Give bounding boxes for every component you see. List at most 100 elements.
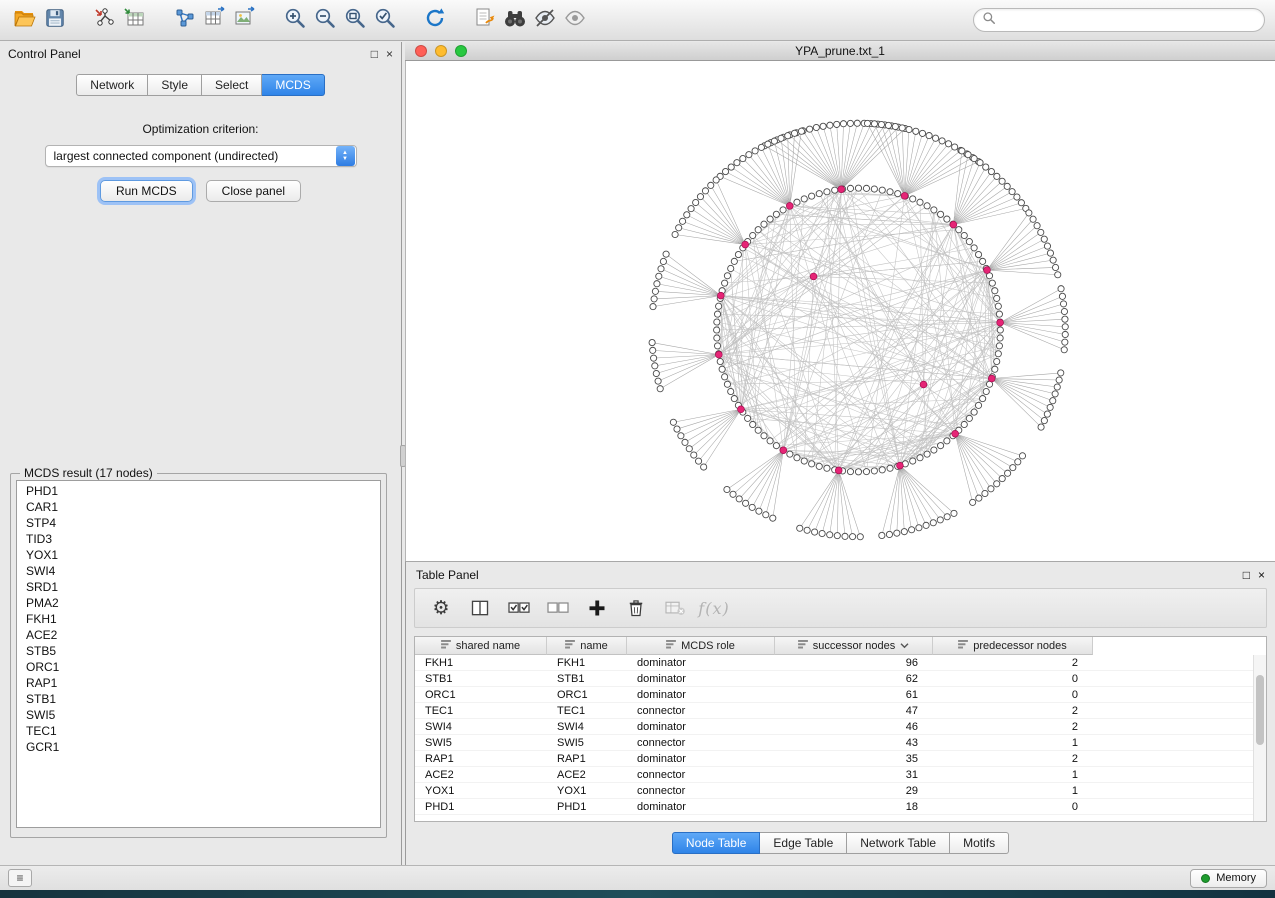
- task-history-button[interactable]: ≡: [8, 869, 32, 887]
- table-row[interactable]: ACE2ACE2connector311: [415, 767, 1266, 783]
- table-row[interactable]: SWI4SWI4dominator462: [415, 719, 1266, 735]
- search-input[interactable]: [1000, 13, 1256, 27]
- memory-label: Memory: [1216, 872, 1256, 884]
- mcds-result-item[interactable]: SWI5: [17, 707, 380, 723]
- mcds-result-item[interactable]: CAR1: [17, 499, 380, 515]
- apply-layout-button[interactable]: [420, 5, 450, 35]
- import-table-file-button[interactable]: [120, 5, 150, 35]
- control-panel-title: Control Panel: [8, 47, 81, 61]
- table-cell: 0: [933, 689, 1093, 701]
- export-table-button[interactable]: [200, 5, 230, 35]
- zoom-fit-button[interactable]: [340, 5, 370, 35]
- search-network-button[interactable]: [500, 5, 530, 35]
- mcds-result-list[interactable]: PHD1CAR1STP4TID3YOX1SWI4SRD1PMA2FKH1ACE2…: [16, 480, 381, 828]
- show-graphics-details-button[interactable]: [560, 5, 590, 35]
- scrollbar-thumb[interactable]: [1256, 675, 1264, 745]
- table-row[interactable]: SWI5SWI5connector431: [415, 735, 1266, 751]
- tab-select[interactable]: Select: [202, 74, 262, 96]
- deselect-all-columns-icon[interactable]: [546, 596, 570, 620]
- run-mcds-button[interactable]: Run MCDS: [100, 180, 193, 202]
- hide-graphics-details-button[interactable]: [530, 5, 560, 35]
- memory-button[interactable]: Memory: [1190, 869, 1267, 888]
- mcds-result-item[interactable]: STB1: [17, 691, 380, 707]
- copy-style-button[interactable]: [470, 5, 500, 35]
- tab-style[interactable]: Style: [148, 74, 202, 96]
- column-header-mcds-role[interactable]: MCDS role: [627, 637, 775, 655]
- table-cell: YOX1: [547, 785, 627, 797]
- table-panel: Table Panel □ × ⚙ f(x) shared name: [405, 561, 1275, 866]
- table-cell: 62: [775, 673, 933, 685]
- table-row[interactable]: PHD1PHD1dominator180: [415, 799, 1266, 815]
- mcds-result-item[interactable]: ORC1: [17, 659, 380, 675]
- mcds-result-item[interactable]: SWI4: [17, 563, 380, 579]
- column-header-predecessor-nodes[interactable]: predecessor nodes: [933, 637, 1093, 655]
- mcds-result-item[interactable]: YOX1: [17, 547, 380, 563]
- table-cell: TEC1: [415, 705, 547, 717]
- tab-node-table[interactable]: Node Table: [672, 832, 761, 854]
- network-search-box[interactable]: [973, 8, 1265, 32]
- table-row[interactable]: ORC1ORC1dominator610: [415, 687, 1266, 703]
- zoom-selected-button[interactable]: [370, 5, 400, 35]
- minimize-window-button[interactable]: [435, 45, 447, 57]
- mcds-result-item[interactable]: STP4: [17, 515, 380, 531]
- close-table-panel-icon[interactable]: ×: [1258, 569, 1265, 581]
- network-window-titlebar[interactable]: YPA_prune.txt_1: [405, 42, 1275, 61]
- tab-network-table[interactable]: Network Table: [847, 832, 950, 854]
- mcds-result-item[interactable]: PMA2: [17, 595, 380, 611]
- mcds-result-item[interactable]: TID3: [17, 531, 380, 547]
- column-header-successor-nodes[interactable]: successor nodes: [775, 637, 933, 655]
- export-image-button[interactable]: [230, 5, 260, 35]
- show-columns-icon[interactable]: [468, 596, 492, 620]
- table-row[interactable]: STB1STB1dominator620: [415, 671, 1266, 687]
- export-network-button[interactable]: [170, 5, 200, 35]
- column-header-shared-name[interactable]: shared name: [415, 637, 547, 655]
- table-cell: RAP1: [547, 753, 627, 765]
- network-graph[interactable]: [406, 61, 1275, 561]
- float-table-panel-icon[interactable]: □: [1243, 569, 1250, 581]
- mcds-result-item[interactable]: PHD1: [17, 483, 380, 499]
- mcds-result-item[interactable]: ACE2: [17, 627, 380, 643]
- table-row[interactable]: TEC1TEC1connector472: [415, 703, 1266, 719]
- table-scrollbar[interactable]: [1253, 655, 1266, 821]
- float-panel-icon[interactable]: □: [371, 48, 378, 60]
- maximize-window-button[interactable]: [455, 45, 467, 57]
- mcds-result-item[interactable]: FKH1: [17, 611, 380, 627]
- table-cell: connector: [627, 785, 775, 797]
- table-cell: 2: [933, 721, 1093, 733]
- close-window-button[interactable]: [415, 45, 427, 57]
- table-cell: 29: [775, 785, 933, 797]
- zoom-out-icon: [313, 6, 337, 35]
- network-nodes[interactable]: [649, 120, 1068, 540]
- table-options-gear-icon[interactable]: ⚙: [429, 596, 453, 620]
- table-row[interactable]: FKH1FKH1dominator962: [415, 655, 1266, 671]
- table-row[interactable]: RAP1RAP1dominator352: [415, 751, 1266, 767]
- column-label: MCDS role: [681, 640, 735, 652]
- document-share-icon: [473, 6, 497, 35]
- zoom-in-button[interactable]: [280, 5, 310, 35]
- open-file-button[interactable]: [10, 5, 40, 35]
- import-network-file-button[interactable]: [90, 5, 120, 35]
- network-canvas[interactable]: [405, 61, 1275, 561]
- mcds-result-item[interactable]: GCR1: [17, 739, 380, 755]
- close-panel-button[interactable]: Close panel: [206, 180, 301, 202]
- mcds-result-item[interactable]: SRD1: [17, 579, 380, 595]
- select-all-columns-icon[interactable]: [507, 596, 531, 620]
- tab-edge-table[interactable]: Edge Table: [760, 832, 847, 854]
- close-panel-icon[interactable]: ×: [386, 48, 393, 60]
- delete-column-icon[interactable]: [624, 596, 648, 620]
- network-view-window: YPA_prune.txt_1: [405, 42, 1275, 561]
- mcds-result-item[interactable]: RAP1: [17, 675, 380, 691]
- tab-network[interactable]: Network: [76, 74, 148, 96]
- table-cell: SWI5: [547, 737, 627, 749]
- save-session-button[interactable]: [40, 5, 70, 35]
- optimization-criterion-select[interactable]: largest connected component (undirected)…: [45, 145, 357, 167]
- table-row[interactable]: YOX1YOX1connector291: [415, 783, 1266, 799]
- tab-mcds[interactable]: MCDS: [262, 74, 324, 96]
- column-header-name[interactable]: name: [547, 637, 627, 655]
- mcds-result-item[interactable]: TEC1: [17, 723, 380, 739]
- tab-motifs[interactable]: Motifs: [950, 832, 1009, 854]
- save-icon: [44, 7, 66, 34]
- zoom-out-button[interactable]: [310, 5, 340, 35]
- create-column-icon[interactable]: [585, 596, 609, 620]
- mcds-result-item[interactable]: STB5: [17, 643, 380, 659]
